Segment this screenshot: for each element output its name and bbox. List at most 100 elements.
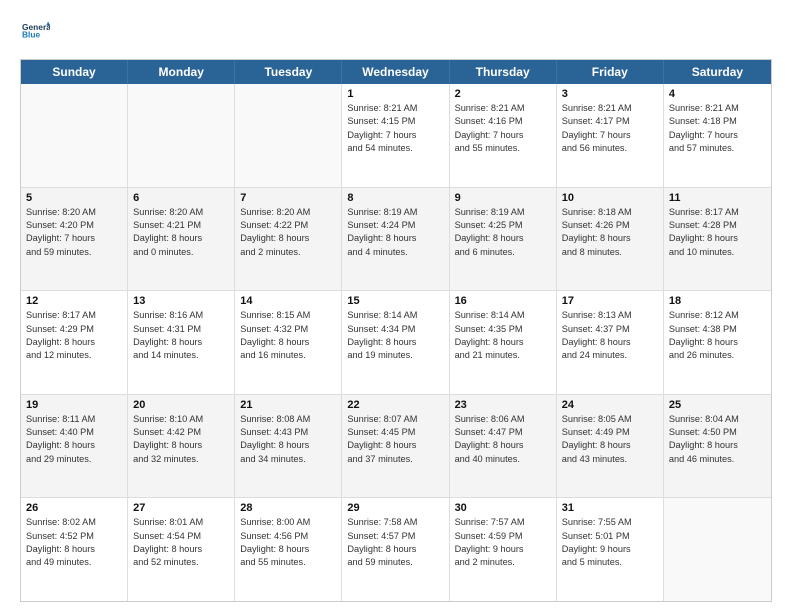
- day-header-tuesday: Tuesday: [235, 60, 342, 84]
- day-number: 19: [26, 399, 122, 411]
- day-cell-4: 4 Sunrise: 8:21 AM Sunset: 4:18 PM Daylig…: [664, 84, 771, 187]
- day-number: 20: [133, 399, 229, 411]
- day-cell-27: 27Sunrise: 8:01 AM Sunset: 4:54 PM Dayli…: [128, 498, 235, 601]
- calendar-body: 1Sunrise: 8:21 AM Sunset: 4:15 PM Daylig…: [21, 84, 771, 601]
- day-cell-20: 20 Sunrise: 8:10 AM Sunset: 4:42 PM Dayli…: [128, 395, 235, 498]
- day-info: Sunrise: 8:17 AM Sunset: 4:28 PM Dayligh…: [669, 206, 766, 259]
- day-info: Sunrise: 8:19 AM Sunset: 4:24 PM Dayligh…: [347, 206, 443, 259]
- day-cell-30: 30Sunrise: 7:57 AM Sunset: 4:59 PM Dayli…: [450, 498, 557, 601]
- day-info: Sunrise: 7:58 AM Sunset: 4:57 PM Dayligh…: [347, 516, 443, 569]
- day-cell-15: 15Sunrise: 8:14 AM Sunset: 4:34 PM Dayli…: [342, 291, 449, 394]
- day-info: Sunrise: 8:15 AM Sunset: 4:32 PM Dayligh…: [240, 309, 336, 362]
- day-info: Sunrise: 8:20 AM Sunset: 4:21 PM Dayligh…: [133, 206, 229, 259]
- empty-cell: [128, 84, 235, 187]
- day-cell-1: 1Sunrise: 8:21 AM Sunset: 4:15 PM Daylig…: [342, 84, 449, 187]
- calendar-row-5: 26 Sunrise: 8:02 AM Sunset: 4:52 PM Dayli…: [21, 498, 771, 601]
- day-number: 15: [347, 295, 443, 307]
- day-header-saturday: Saturday: [664, 60, 771, 84]
- day-number: 3: [562, 88, 658, 100]
- day-info: Sunrise: 7:55 AM Sunset: 5:01 PM Dayligh…: [562, 516, 658, 569]
- day-cell-9: 9 Sunrise: 8:19 AM Sunset: 4:25 PM Daylig…: [450, 188, 557, 291]
- day-cell-12: 12Sunrise: 8:17 AM Sunset: 4:29 PM Dayli…: [21, 291, 128, 394]
- day-cell-7: 7 Sunrise: 8:20 AM Sunset: 4:22 PM Daylig…: [235, 188, 342, 291]
- day-number: 2: [455, 88, 551, 100]
- day-info: Sunrise: 8:10 AM Sunset: 4:42 PM Dayligh…: [133, 413, 229, 466]
- day-info: Sunrise: 8:01 AM Sunset: 4:54 PM Dayligh…: [133, 516, 229, 569]
- day-number: 7: [240, 192, 336, 204]
- day-number: 14: [240, 295, 336, 307]
- day-number: 11: [669, 192, 766, 204]
- day-cell-28: 28 Sunrise: 8:00 AM Sunset: 4:56 PM Dayli…: [235, 498, 342, 601]
- day-number: 28: [240, 502, 336, 514]
- day-cell-5: 5Sunrise: 8:20 AM Sunset: 4:20 PM Daylig…: [21, 188, 128, 291]
- day-cell-19: 19Sunrise: 8:11 AM Sunset: 4:40 PM Dayli…: [21, 395, 128, 498]
- day-info: Sunrise: 8:16 AM Sunset: 4:31 PM Dayligh…: [133, 309, 229, 362]
- day-number: 10: [562, 192, 658, 204]
- calendar-row-4: 19Sunrise: 8:11 AM Sunset: 4:40 PM Dayli…: [21, 395, 771, 499]
- day-number: 5: [26, 192, 122, 204]
- page: General Blue SundayMondayTuesdayWednesda…: [0, 0, 792, 612]
- day-header-sunday: Sunday: [21, 60, 128, 84]
- day-info: Sunrise: 8:06 AM Sunset: 4:47 PM Dayligh…: [455, 413, 551, 466]
- svg-text:Blue: Blue: [22, 29, 40, 39]
- day-number: 24: [562, 399, 658, 411]
- day-number: 8: [347, 192, 443, 204]
- day-number: 30: [455, 502, 551, 514]
- day-cell-26: 26 Sunrise: 8:02 AM Sunset: 4:52 PM Dayli…: [21, 498, 128, 601]
- header: General Blue: [20, 18, 772, 51]
- day-info: Sunrise: 8:00 AM Sunset: 4:56 PM Dayligh…: [240, 516, 336, 569]
- day-info: Sunrise: 8:05 AM Sunset: 4:49 PM Dayligh…: [562, 413, 658, 466]
- day-info: Sunrise: 8:04 AM Sunset: 4:50 PM Dayligh…: [669, 413, 766, 466]
- day-number: 9: [455, 192, 551, 204]
- day-number: 6: [133, 192, 229, 204]
- day-cell-24: 24 Sunrise: 8:05 AM Sunset: 4:49 PM Dayli…: [557, 395, 664, 498]
- day-info: Sunrise: 8:07 AM Sunset: 4:45 PM Dayligh…: [347, 413, 443, 466]
- day-info: Sunrise: 8:21 AM Sunset: 4:15 PM Dayligh…: [347, 102, 443, 155]
- day-header-monday: Monday: [128, 60, 235, 84]
- day-number: 18: [669, 295, 766, 307]
- day-cell-17: 17 Sunrise: 8:13 AM Sunset: 4:37 PM Dayli…: [557, 291, 664, 394]
- day-number: 13: [133, 295, 229, 307]
- day-number: 31: [562, 502, 658, 514]
- calendar-row-1: 1Sunrise: 8:21 AM Sunset: 4:15 PM Daylig…: [21, 84, 771, 188]
- calendar-row-2: 5Sunrise: 8:20 AM Sunset: 4:20 PM Daylig…: [21, 188, 771, 292]
- logo-icon: General Blue: [22, 18, 50, 46]
- day-number: 4: [669, 88, 766, 100]
- day-cell-16: 16 Sunrise: 8:14 AM Sunset: 4:35 PM Dayli…: [450, 291, 557, 394]
- calendar: SundayMondayTuesdayWednesdayThursdayFrid…: [20, 59, 772, 602]
- day-cell-14: 14 Sunrise: 8:15 AM Sunset: 4:32 PM Dayli…: [235, 291, 342, 394]
- day-cell-23: 23 Sunrise: 8:06 AM Sunset: 4:47 PM Dayli…: [450, 395, 557, 498]
- day-info: Sunrise: 8:02 AM Sunset: 4:52 PM Dayligh…: [26, 516, 122, 569]
- day-number: 29: [347, 502, 443, 514]
- day-info: Sunrise: 8:21 AM Sunset: 4:17 PM Dayligh…: [562, 102, 658, 155]
- day-info: Sunrise: 8:18 AM Sunset: 4:26 PM Dayligh…: [562, 206, 658, 259]
- day-number: 23: [455, 399, 551, 411]
- day-cell-13: 13 Sunrise: 8:16 AM Sunset: 4:31 PM Dayli…: [128, 291, 235, 394]
- empty-cell: [21, 84, 128, 187]
- empty-cell: [664, 498, 771, 601]
- day-number: 17: [562, 295, 658, 307]
- day-cell-6: 6 Sunrise: 8:20 AM Sunset: 4:21 PM Daylig…: [128, 188, 235, 291]
- day-cell-3: 3 Sunrise: 8:21 AM Sunset: 4:17 PM Daylig…: [557, 84, 664, 187]
- day-number: 21: [240, 399, 336, 411]
- calendar-row-3: 12Sunrise: 8:17 AM Sunset: 4:29 PM Dayli…: [21, 291, 771, 395]
- day-info: Sunrise: 8:17 AM Sunset: 4:29 PM Dayligh…: [26, 309, 122, 362]
- day-cell-25: 25Sunrise: 8:04 AM Sunset: 4:50 PM Dayli…: [664, 395, 771, 498]
- day-cell-11: 11 Sunrise: 8:17 AM Sunset: 4:28 PM Dayli…: [664, 188, 771, 291]
- day-info: Sunrise: 8:12 AM Sunset: 4:38 PM Dayligh…: [669, 309, 766, 362]
- day-info: Sunrise: 8:19 AM Sunset: 4:25 PM Dayligh…: [455, 206, 551, 259]
- calendar-header: SundayMondayTuesdayWednesdayThursdayFrid…: [21, 60, 771, 84]
- day-cell-31: 31 Sunrise: 7:55 AM Sunset: 5:01 PM Dayli…: [557, 498, 664, 601]
- empty-cell: [235, 84, 342, 187]
- day-number: 16: [455, 295, 551, 307]
- day-number: 26: [26, 502, 122, 514]
- day-info: Sunrise: 8:20 AM Sunset: 4:22 PM Dayligh…: [240, 206, 336, 259]
- logo: General Blue: [20, 18, 50, 51]
- day-cell-2: 2Sunrise: 8:21 AM Sunset: 4:16 PM Daylig…: [450, 84, 557, 187]
- day-info: Sunrise: 8:14 AM Sunset: 4:35 PM Dayligh…: [455, 309, 551, 362]
- day-cell-22: 22Sunrise: 8:07 AM Sunset: 4:45 PM Dayli…: [342, 395, 449, 498]
- day-info: Sunrise: 8:21 AM Sunset: 4:18 PM Dayligh…: [669, 102, 766, 155]
- day-info: Sunrise: 8:08 AM Sunset: 4:43 PM Dayligh…: [240, 413, 336, 466]
- day-info: Sunrise: 8:13 AM Sunset: 4:37 PM Dayligh…: [562, 309, 658, 362]
- day-cell-8: 8 Sunrise: 8:19 AM Sunset: 4:24 PM Daylig…: [342, 188, 449, 291]
